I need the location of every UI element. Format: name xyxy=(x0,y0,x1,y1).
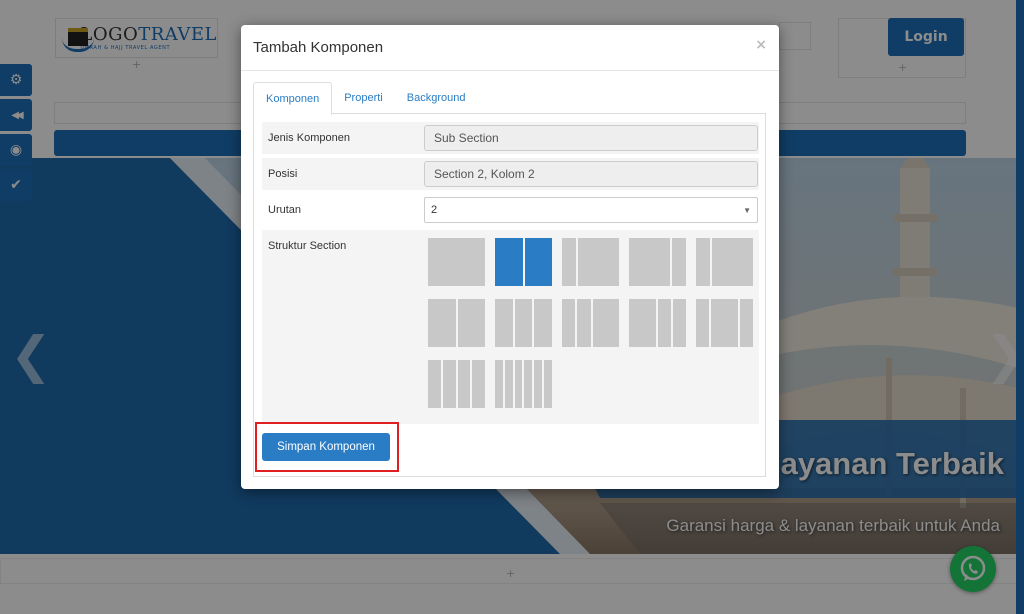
layout-option[interactable] xyxy=(629,299,686,347)
layout-column xyxy=(442,360,456,408)
layout-column xyxy=(457,360,471,408)
row-jenis-komponen: Jenis Komponen Sub Section xyxy=(262,122,759,154)
layout-option[interactable] xyxy=(696,299,753,347)
layout-column xyxy=(534,299,552,347)
chevron-down-icon: ▼ xyxy=(743,206,751,215)
jenis-komponen-field: Sub Section xyxy=(424,125,758,151)
layout-column xyxy=(629,299,656,347)
layout-column xyxy=(562,238,576,286)
layout-option[interactable] xyxy=(629,238,686,286)
layout-column xyxy=(711,299,738,347)
layout-column xyxy=(696,299,710,347)
layout-option[interactable] xyxy=(428,238,485,286)
layout-column xyxy=(562,299,576,347)
layout-column xyxy=(428,360,441,408)
layout-column xyxy=(524,360,533,408)
layout-column xyxy=(428,238,485,286)
layout-option[interactable] xyxy=(495,299,552,347)
layout-column xyxy=(672,299,686,347)
layout-option[interactable] xyxy=(495,238,552,286)
layout-option[interactable] xyxy=(562,238,619,286)
layout-option[interactable] xyxy=(562,299,619,347)
urutan-value: 2 xyxy=(431,204,438,216)
posisi-label: Posisi xyxy=(268,168,298,180)
layout-column xyxy=(428,299,456,347)
modal-tabs: Komponen Properti Background xyxy=(253,82,766,115)
layout-column xyxy=(711,238,753,286)
struktur-section-label: Struktur Section xyxy=(268,240,347,252)
row-posisi: Posisi Section 2, Kolom 2 xyxy=(262,158,759,190)
posisi-field: Section 2, Kolom 2 xyxy=(424,161,758,187)
layout-column xyxy=(696,238,710,286)
modal-title: Tambah Komponen xyxy=(253,39,384,56)
layout-column xyxy=(457,299,485,347)
layout-column xyxy=(514,360,523,408)
layout-column xyxy=(495,238,523,286)
close-icon[interactable]: × xyxy=(755,37,767,53)
tab-background[interactable]: Background xyxy=(395,82,478,114)
layout-column xyxy=(544,360,552,408)
layout-column xyxy=(534,360,543,408)
layout-column xyxy=(495,299,513,347)
layout-column xyxy=(629,238,671,286)
jenis-komponen-label: Jenis Komponen xyxy=(268,132,350,144)
urutan-select[interactable]: 2 ▼ xyxy=(424,197,758,223)
layout-column xyxy=(472,360,485,408)
layout-option[interactable] xyxy=(428,360,485,408)
layout-column xyxy=(577,238,619,286)
row-struktur-section: Struktur Section xyxy=(262,230,759,424)
layout-column xyxy=(495,360,503,408)
layout-column xyxy=(514,299,533,347)
layout-column xyxy=(504,360,513,408)
modal-header: Tambah Komponen × xyxy=(241,25,779,71)
layout-column xyxy=(657,299,671,347)
urutan-label: Urutan xyxy=(268,204,302,216)
layout-option[interactable] xyxy=(696,238,753,286)
add-component-modal: Tambah Komponen × Komponen Properti Back… xyxy=(241,25,779,489)
layout-column xyxy=(592,299,619,347)
tab-properti[interactable]: Properti xyxy=(332,82,395,114)
layout-column xyxy=(739,299,753,347)
tab-komponen[interactable]: Komponen xyxy=(253,82,333,115)
save-component-button[interactable]: Simpan Komponen xyxy=(262,433,390,461)
row-urutan: Urutan 2 ▼ xyxy=(262,194,759,226)
layout-column xyxy=(577,299,591,347)
layout-option[interactable] xyxy=(428,299,485,347)
layout-column xyxy=(672,238,686,286)
layout-option[interactable] xyxy=(495,360,552,408)
layout-column xyxy=(524,238,552,286)
